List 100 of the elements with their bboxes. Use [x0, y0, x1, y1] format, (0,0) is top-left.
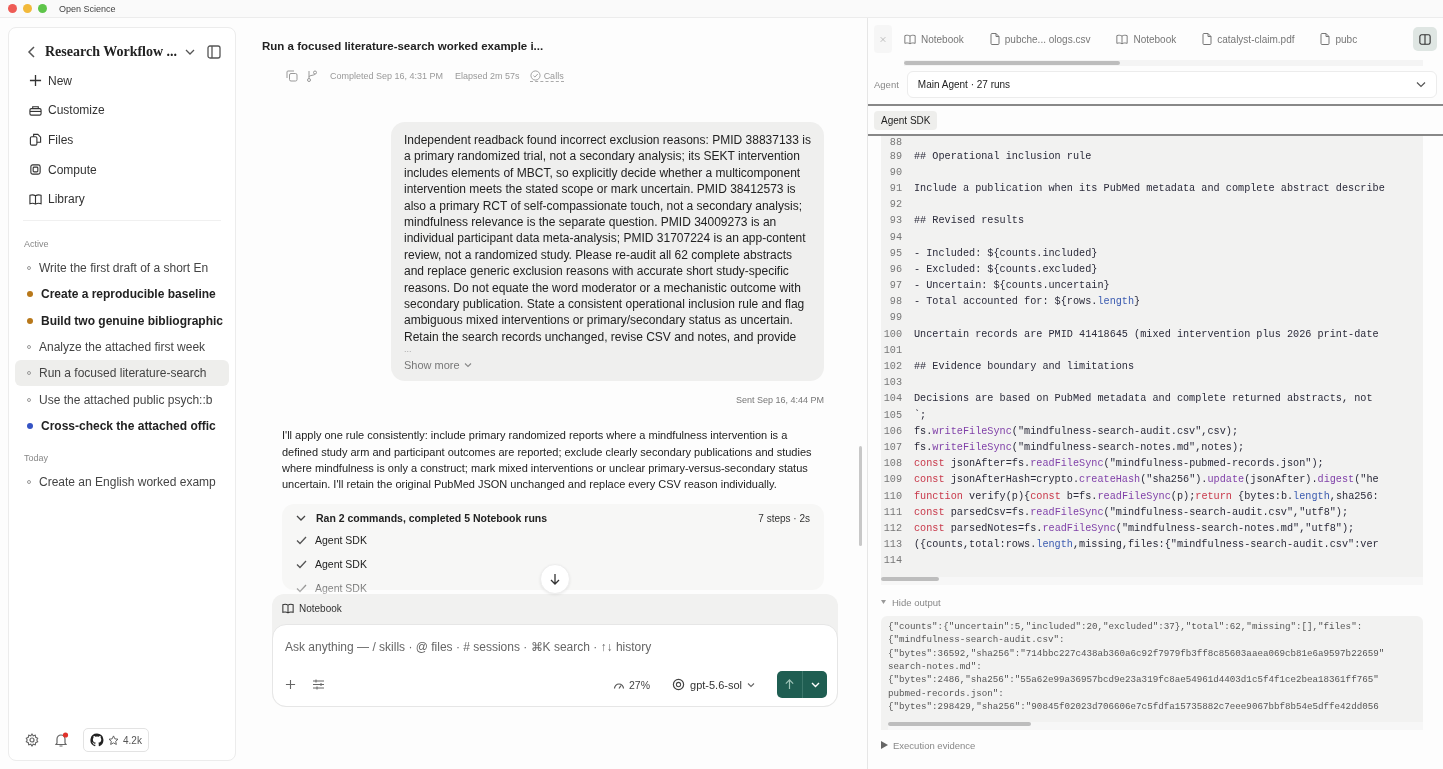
- caret-right-icon: [881, 741, 888, 750]
- nav-item[interactable]: Library: [15, 184, 229, 214]
- code-line: ({counts,total:rows.length,missing,files:{"mindfulness-search-audit.csv":ver: [914, 539, 1379, 551]
- hide-output-toggle[interactable]: Hide output: [881, 584, 1423, 616]
- session-item[interactable]: Cross-check the attached offic: [15, 412, 229, 440]
- session-item[interactable]: Create an English worked examp: [15, 469, 229, 496]
- line-number: 110: [882, 490, 903, 502]
- chevron-down-icon: [810, 681, 820, 688]
- line-number: 104: [882, 393, 903, 405]
- caret-down-icon: [881, 600, 886, 605]
- line-number: 109: [882, 474, 903, 486]
- line-number: 102: [882, 361, 903, 373]
- ellipsis-text: ...: [404, 345, 413, 354]
- sliders-icon[interactable]: [312, 679, 325, 691]
- assistant-message: I'll apply one rule consistently: include primary randomized reports where a mindfulness intervention is a defined study arm and participant outcomes are reported; exclude clearly secondary publications and studies where mindfulness is only a construct; mark mixed interventions or unclear primary-versus-secondary status uncertain. I'll retain the original PubMed JSON unchanged and replace every CSV reason individually.: [282, 428, 813, 493]
- output-line: pubmed-records.json":: [888, 686, 1004, 701]
- line-number: 100: [882, 328, 903, 340]
- file-tab[interactable]: Notebook: [892, 33, 978, 45]
- code-line: fs.writeFileSync("mindfulness-search-audit.csv",csv);: [914, 425, 1239, 437]
- chip-icon: [29, 163, 42, 177]
- session-item[interactable]: Write the first draft of a short En: [15, 254, 229, 282]
- scroll-down-button[interactable]: [540, 564, 570, 595]
- code-line: - Included: ${counts.included}: [914, 247, 1098, 259]
- code-scrollbar[interactable]: [881, 576, 939, 581]
- close-icon: [880, 34, 886, 44]
- nav-item[interactable]: Customize: [15, 95, 229, 126]
- check-circle-icon: [529, 70, 541, 81]
- line-number: 113: [882, 539, 903, 551]
- back-icon[interactable]: [27, 46, 37, 58]
- code-line: fs.writeFileSync("mindfulness-search-notes.md",notes);: [914, 441, 1245, 453]
- file-tab[interactable]: catalyst-claim.pdf: [1190, 33, 1309, 45]
- line-number: 93: [888, 215, 903, 227]
- line-number: 96: [888, 263, 903, 275]
- session-item[interactable]: Create a reproducible baseline: [15, 281, 229, 308]
- line-number: 95: [888, 247, 903, 259]
- step-item: Agent SDK: [296, 528, 810, 553]
- book-icon: [29, 192, 42, 206]
- line-number: 111: [882, 506, 903, 518]
- line-number: 89: [888, 150, 903, 162]
- panel-layout-button[interactable]: [1413, 27, 1437, 51]
- nav-item[interactable]: New: [15, 66, 229, 96]
- code-line: ## Evidence boundary and limitations: [914, 361, 1135, 373]
- check-icon: [296, 583, 307, 593]
- sent-time: Sent Sep 16, 4:44 PM: [735, 395, 824, 406]
- output-line: {"bytes":298429,"sha256":"90845f02023d706606e7c5fdfa15735882c7eee9067bbf8b54e5dffe42dd056: [888, 700, 1379, 714]
- code-line: - Total accounted for: ${rows.length}: [914, 296, 1141, 308]
- conversation-title: Run a focused literature-search worked example i...: [262, 40, 545, 52]
- book-icon: [904, 33, 916, 45]
- plus-icon[interactable]: [285, 679, 296, 691]
- steps-header[interactable]: Ran 2 commands, completed 5 Notebook runs 7 steps · 2s: [296, 512, 810, 525]
- section-label: Active: [23, 237, 50, 251]
- code-line: Decisions are based on PubMed metadata and complete returned abstracts, not: [914, 393, 1373, 405]
- line-number: 108: [882, 458, 903, 470]
- line-number: 106: [882, 425, 903, 437]
- line-number: 97: [888, 280, 903, 292]
- code-line: ## Revised results: [914, 215, 1025, 227]
- branch-icon[interactable]: [306, 70, 318, 82]
- check-icon: [296, 559, 307, 569]
- output-scrollbar[interactable]: [888, 721, 1031, 726]
- execution-evidence-toggle[interactable]: Execution evidence: [881, 729, 1423, 751]
- line-number: 94: [888, 231, 903, 243]
- agent-dropdown[interactable]: Main Agent · 27 runs: [906, 71, 1437, 98]
- nav-item[interactable]: Compute: [15, 154, 229, 185]
- scrollbar[interactable]: [859, 446, 862, 546]
- notification-bell-icon[interactable]: [53, 732, 69, 748]
- close-window-button[interactable]: [8, 4, 17, 13]
- tabs-scrollbar[interactable]: [904, 61, 1120, 65]
- chevron-down-icon: [747, 681, 755, 688]
- workspace-title[interactable]: Research Workflow ...: [45, 44, 178, 60]
- session-item[interactable]: Use the attached public psych::b: [15, 386, 229, 413]
- session-item[interactable]: Build two genuine bibliographic: [15, 307, 229, 334]
- plus-icon: [29, 74, 42, 88]
- arrow-up-icon: [784, 679, 795, 691]
- check-icon: [296, 535, 307, 545]
- sidebar-toggle-icon[interactable]: [207, 45, 221, 59]
- settings-icon[interactable]: [25, 733, 39, 747]
- show-more-button[interactable]: Show more: [404, 353, 472, 372]
- file-tab[interactable]: pubche... ologs.csv: [977, 33, 1105, 45]
- message-input[interactable]: Ask anything — / skills · @ files · # sessions · ⌘K search · ↑↓ history: [283, 639, 827, 656]
- github-stars-button[interactable]: 4.2k: [83, 728, 149, 752]
- output-line: {"mindfulness-search-audit.csv":: [888, 633, 1065, 647]
- window-title: Open Science: [59, 3, 116, 14]
- line-number: 91: [888, 182, 903, 194]
- github-icon: [90, 733, 104, 747]
- session-item[interactable]: Run a focused literature-search: [15, 360, 229, 387]
- document-icon: [1320, 33, 1331, 45]
- section-label: Today: [23, 452, 50, 466]
- code-line: const parsedCsv=fs.readFileSync("mindfulness-search-audit.csv","utf8");: [914, 506, 1349, 518]
- attachment-chip[interactable]: Notebook: [282, 603, 342, 615]
- session-item[interactable]: Analyze the attached first week: [15, 333, 229, 361]
- line-number: 88: [888, 136, 903, 148]
- chevron-down-icon[interactable]: [185, 48, 196, 56]
- copy-icon[interactable]: [286, 70, 298, 82]
- file-tab[interactable]: pubc: [1308, 33, 1372, 45]
- output-line: {"bytes":2486,"sha256":"55a62e99a36957bcd9e23a319fc8ae54961d4403d1c5f4f1ce2bea18361ff765": [888, 673, 1379, 687]
- agent-chip[interactable]: Agent SDK: [874, 111, 938, 130]
- model-selector[interactable]: gpt-5.6-sol: [666, 677, 761, 693]
- file-tab[interactable]: Notebook: [1104, 33, 1191, 45]
- nav-item[interactable]: Files: [15, 125, 229, 155]
- toolbox-icon: [29, 103, 42, 117]
